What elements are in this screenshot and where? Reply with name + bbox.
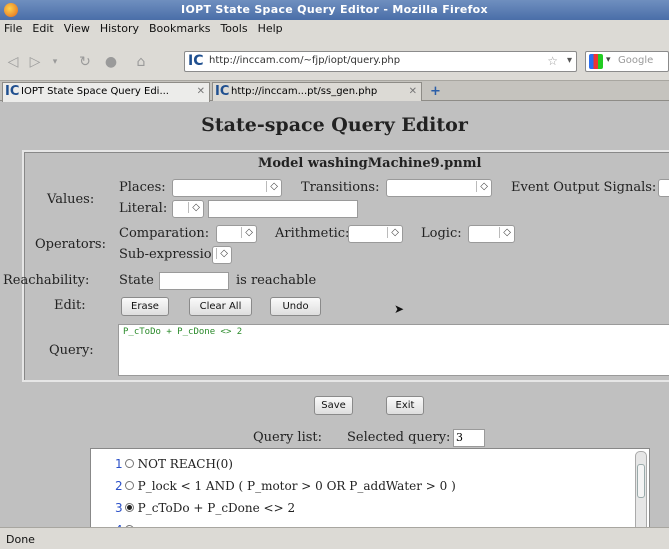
search-box[interactable]: ▾ Google (585, 51, 669, 72)
tab-bar: IC IOPT State Space Query Edi... ✕ IC ht… (0, 81, 669, 102)
menu-tools[interactable]: Tools (215, 20, 252, 35)
query-text: P_lock < 1 AND ( P_motor > 0 OR P_addWat… (137, 479, 456, 493)
comparation-select[interactable]: ◇ (216, 225, 257, 243)
operators-label: Operators: (35, 237, 106, 252)
transitions-label: Transitions: (301, 180, 380, 195)
save-button[interactable]: Save (314, 396, 353, 415)
close-tab-icon[interactable]: ✕ (197, 86, 205, 97)
selected-query-label: Selected query: (347, 430, 451, 445)
select-arrow-icon: ◇ (216, 248, 228, 259)
window-title: IOPT State Space Query Editor - Mozilla … (181, 3, 488, 16)
search-engine-icon[interactable] (589, 54, 603, 69)
window-titlebar: IOPT State Space Query Editor - Mozilla … (0, 0, 669, 20)
is-reachable-label: is reachable (236, 273, 317, 288)
query-number: 2 (115, 479, 123, 493)
history-dropdown-icon[interactable]: ▾ (46, 53, 64, 71)
list-item[interactable]: 2 P_lock < 1 AND ( P_motor > 0 OR P_addWa… (115, 479, 456, 493)
status-bar: Done (0, 527, 669, 549)
back-icon[interactable]: ◁ (4, 53, 22, 71)
literal-select[interactable]: ◇ (172, 200, 204, 218)
places-select[interactable]: ◇ (172, 179, 282, 197)
query-text: P_cToDo + P_cDone <> 2 (137, 501, 296, 515)
query-list-scrollbar[interactable] (635, 451, 647, 527)
undo-button[interactable]: Undo (270, 297, 321, 316)
reload-icon[interactable]: ↻ (76, 53, 94, 71)
menu-bookmarks[interactable]: Bookmarks (144, 20, 215, 35)
bookmark-star-icon[interactable]: ☆ (547, 54, 558, 68)
page-content: State-space Query Editor Model washingMa… (0, 102, 669, 527)
clear-all-button[interactable]: Clear All (189, 297, 252, 316)
query-text: NOT REACH(0) (137, 457, 233, 471)
tab-label: IOPT State Space Query Edi... (21, 86, 169, 97)
query-number: 3 (115, 501, 123, 515)
arithmetic-select[interactable]: ◇ (348, 225, 403, 243)
menu-bar: File Edit View History Bookmarks Tools Help (0, 20, 669, 39)
model-title: Model washingMachine9.pnml (258, 156, 482, 171)
select-arrow-icon: ◇ (476, 181, 488, 192)
state-input[interactable] (159, 272, 229, 290)
edit-label: Edit: (54, 298, 86, 313)
places-label: Places: (119, 180, 166, 195)
select-arrow-icon: ◇ (241, 227, 253, 238)
select-arrow-icon: ◇ (387, 227, 399, 238)
subexpression-label: Sub-expression: (119, 247, 225, 262)
mouse-pointer-icon: ➤ (394, 302, 405, 316)
arithmetic-label: Arithmetic: (275, 226, 350, 241)
select-arrow-icon: ◇ (266, 181, 278, 192)
list-item[interactable]: 1 NOT REACH(0) (115, 457, 233, 471)
literal-input[interactable] (208, 200, 358, 218)
selected-query-input[interactable]: 3 (453, 429, 485, 447)
list-item[interactable]: 3 P_cToDo + P_cDone <> 2 (115, 501, 295, 515)
exit-button[interactable]: Exit (386, 396, 424, 415)
scrollbar-thumb[interactable] (637, 464, 645, 498)
forward-icon[interactable]: ▷ (26, 53, 44, 71)
query-radio[interactable] (124, 459, 134, 468)
event-output-signals-select[interactable] (658, 179, 669, 197)
select-arrow-icon: ◇ (188, 202, 200, 213)
state-label: State (119, 273, 154, 288)
page-title: State-space Query Editor (201, 114, 468, 136)
logic-label: Logic: (421, 226, 462, 241)
menu-help[interactable]: Help (253, 20, 288, 35)
transitions-select[interactable]: ◇ (386, 179, 492, 197)
query-radio-selected[interactable] (124, 503, 134, 512)
subexpression-select[interactable]: ◇ (212, 246, 232, 264)
tab-query-editor[interactable]: IC IOPT State Space Query Edi... ✕ (2, 82, 210, 102)
values-label: Values: (47, 192, 95, 207)
search-placeholder: Google (618, 55, 654, 66)
tab-ss-gen[interactable]: IC http://inccam...pt/ss_gen.php ✕ (212, 82, 422, 101)
home-icon[interactable]: ⌂ (132, 53, 150, 71)
query-list-label: Query list: (253, 430, 323, 445)
site-favicon-icon: IC (188, 53, 204, 69)
stop-icon[interactable]: ● (102, 53, 120, 71)
reachability-label: Reachability: (3, 273, 90, 288)
menu-file[interactable]: File (0, 20, 27, 35)
select-arrow-icon: ◇ (499, 227, 511, 238)
menu-history[interactable]: History (95, 20, 144, 35)
url-bar[interactable]: IC http://inccam.com/~fjp/iopt/query.php… (184, 51, 577, 72)
logic-select[interactable]: ◇ (468, 225, 515, 243)
comparation-label: Comparation: (119, 226, 210, 241)
tab-label: http://inccam...pt/ss_gen.php (231, 86, 378, 97)
event-output-signals-label: Event Output Signals: (511, 180, 657, 195)
navigation-toolbar: ◁ ▷ ▾ ↻ ● ⌂ IC http://inccam.com/~fjp/io… (0, 39, 669, 81)
close-tab-icon[interactable]: ✕ (409, 86, 417, 97)
search-engine-dropdown-icon[interactable]: ▾ (606, 55, 611, 65)
query-textarea[interactable]: P_cToDo + P_cDone <> 2 (118, 324, 669, 376)
url-dropdown-icon[interactable]: ▾ (567, 55, 572, 66)
tab-favicon-icon: IC (215, 84, 230, 99)
query-number: 1 (115, 457, 123, 471)
query-list: 1 NOT REACH(0) 2 P_lock < 1 AND ( P_motor … (90, 448, 650, 527)
literal-label: Literal: (119, 201, 168, 216)
url-text: http://inccam.com/~fjp/iopt/query.php (209, 55, 401, 66)
query-label: Query: (49, 343, 94, 358)
status-text: Done (6, 533, 35, 546)
tab-favicon-icon: IC (5, 84, 20, 99)
erase-button[interactable]: Erase (121, 297, 169, 316)
menu-view[interactable]: View (59, 20, 95, 35)
new-tab-icon[interactable]: + (430, 84, 441, 99)
menu-edit[interactable]: Edit (27, 20, 58, 35)
query-radio[interactable] (124, 481, 134, 490)
